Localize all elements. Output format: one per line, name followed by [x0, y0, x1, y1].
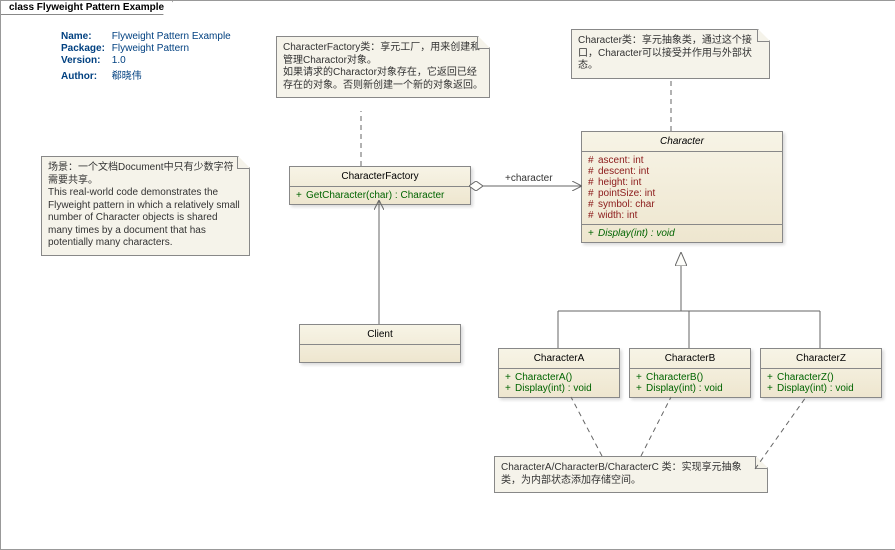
note-scenario: 场景：一个文档Document中只有少数字符需要共享。 This real-wo…	[41, 156, 250, 256]
class-title: CharacterFactory	[290, 167, 470, 187]
class-character-b[interactable]: CharacterB +CharacterB() +Display(int) :…	[629, 348, 751, 398]
operations: +CharacterA() +Display(int) : void	[499, 369, 619, 397]
diagram-metadata: Name: Flyweight Pattern Example Package:…	[61, 31, 231, 83]
note-character: Character类：享元抽象类，通过这个接口，Character可以接受并作用…	[571, 29, 770, 79]
operations: +CharacterB() +Display(int) : void	[630, 369, 750, 397]
class-title: CharacterB	[630, 349, 750, 369]
diagram-canvas: class Flyweight Pattern Example Name: Fl…	[0, 0, 895, 550]
class-title: Character	[582, 132, 782, 152]
attributes: #ascent: int #descent: int #height: int …	[582, 152, 782, 225]
frame-title: class Flyweight Pattern Example	[1, 1, 173, 15]
empty	[300, 345, 460, 362]
note-concrete: CharacterA/CharacterB/CharacterC 类：实现享元抽…	[494, 456, 768, 493]
association-label: +character	[505, 173, 553, 184]
class-client[interactable]: Client	[299, 324, 461, 363]
note-factory: CharacterFactory类：享元工厂，用来创建和管理Charactor对…	[276, 36, 490, 98]
class-character-a[interactable]: CharacterA +CharacterA() +Display(int) :…	[498, 348, 620, 398]
operations: +Display(int) : void	[582, 225, 782, 242]
class-title: CharacterZ	[761, 349, 881, 369]
class-character-factory[interactable]: CharacterFactory +GetCharacter(char) : C…	[289, 166, 471, 205]
operations: +CharacterZ() +Display(int) : void	[761, 369, 881, 397]
operations: +GetCharacter(char) : Character	[290, 187, 470, 204]
class-title: CharacterA	[499, 349, 619, 369]
class-character-z[interactable]: CharacterZ +CharacterZ() +Display(int) :…	[760, 348, 882, 398]
class-character[interactable]: Character #ascent: int #descent: int #he…	[581, 131, 783, 243]
class-title: Client	[300, 325, 460, 345]
